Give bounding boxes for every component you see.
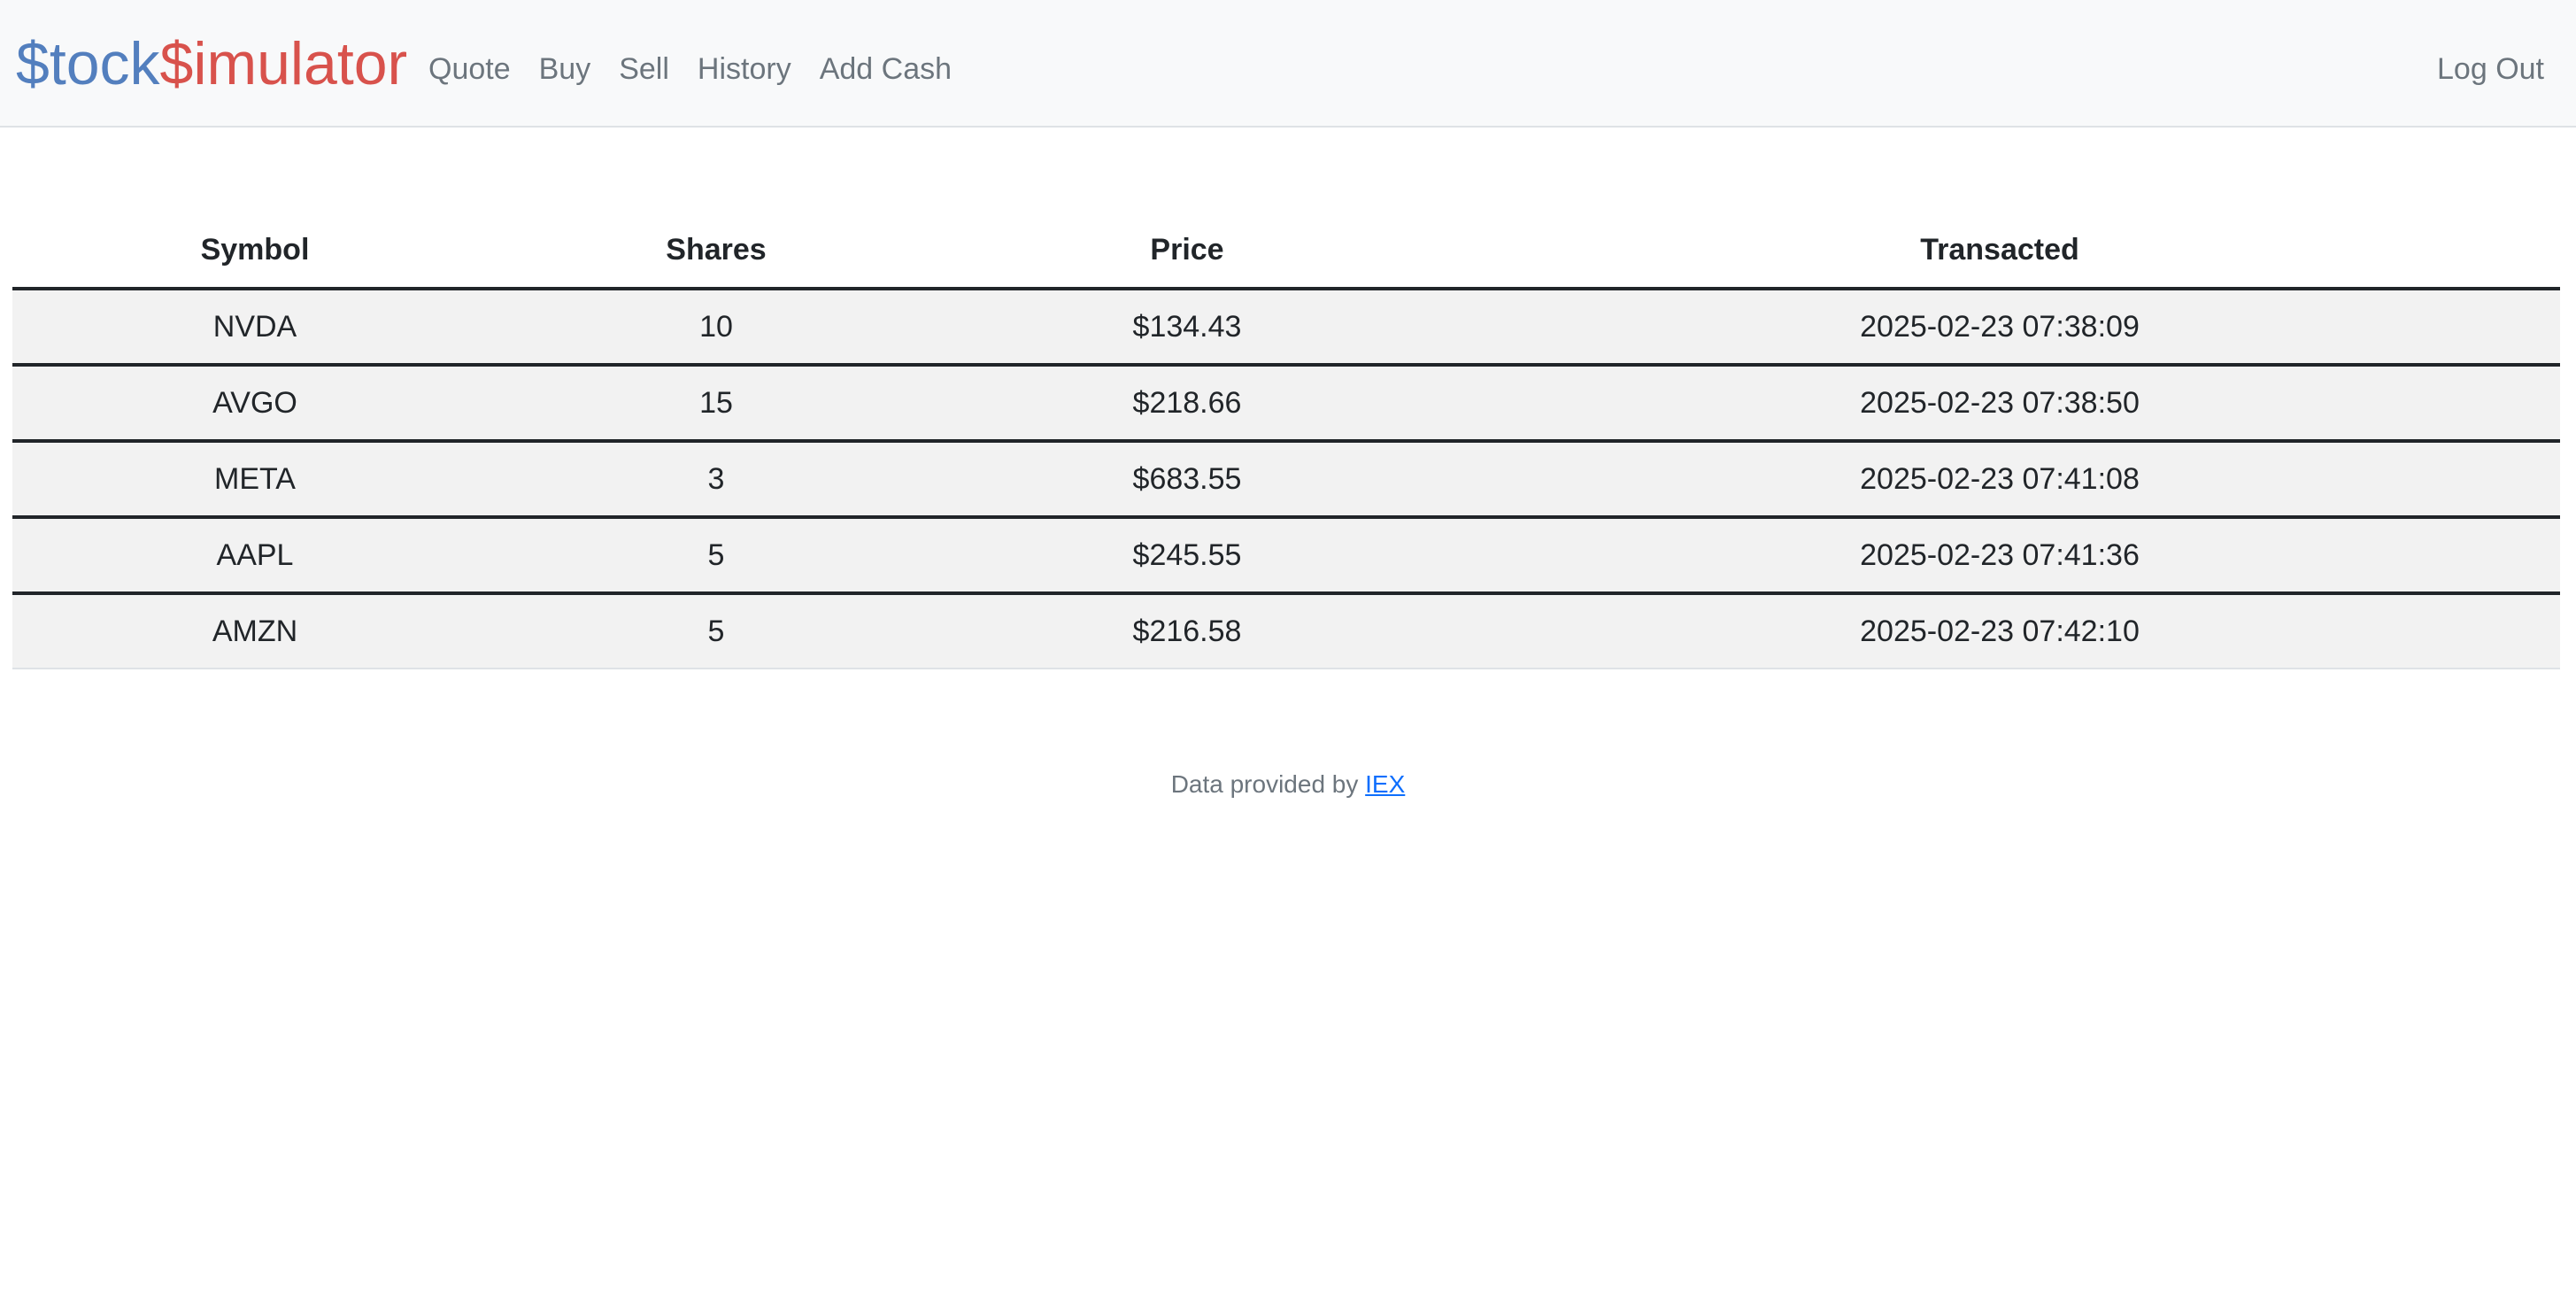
cell-transacted: 2025-02-23 07:41:36 [1439, 515, 2560, 593]
cell-shares: 10 [497, 289, 935, 365]
nav-links: Quote Buy Sell History Add Cash [428, 46, 966, 92]
history-table: Symbol Shares Price Transacted NVDA 10 $… [12, 213, 2560, 669]
logout-link[interactable]: Log Out [2437, 46, 2544, 92]
nav-item-quote[interactable]: Quote [428, 46, 525, 92]
table-row: AVGO 15 $218.66 2025-02-23 07:38:50 [12, 363, 2560, 441]
header-transacted: Transacted [1439, 213, 2560, 290]
cell-transacted: 2025-02-23 07:41:08 [1439, 439, 2560, 517]
cell-symbol: AAPL [12, 515, 497, 593]
cell-price: $245.55 [935, 515, 1439, 593]
nav-item-buy[interactable]: Buy [525, 46, 605, 92]
cell-shares: 3 [497, 439, 935, 517]
header-shares: Shares [497, 213, 935, 290]
history-table-container: Symbol Shares Price Transacted NVDA 10 $… [12, 213, 2560, 669]
cell-shares: 5 [497, 591, 935, 669]
footer-prefix: Data provided by [1170, 770, 1359, 798]
nav-item-sell[interactable]: Sell [605, 46, 683, 92]
header-price: Price [935, 213, 1439, 290]
cell-transacted: 2025-02-23 07:42:10 [1439, 591, 2560, 669]
cell-shares: 15 [497, 363, 935, 441]
brand-part-stock: $tock [16, 30, 160, 97]
cell-symbol: AVGO [12, 363, 497, 441]
cell-price: $216.58 [935, 591, 1439, 669]
table-body: NVDA 10 $134.43 2025-02-23 07:38:09 AVGO… [12, 289, 2560, 669]
cell-symbol: NVDA [12, 289, 497, 365]
table-row: META 3 $683.55 2025-02-23 07:41:08 [12, 439, 2560, 517]
cell-symbol: AMZN [12, 591, 497, 669]
nav-item-history[interactable]: History [683, 46, 806, 92]
cell-price: $134.43 [935, 289, 1439, 365]
table-row: NVDA 10 $134.43 2025-02-23 07:38:09 [12, 289, 2560, 365]
nav-item-add-cash[interactable]: Add Cash [806, 46, 966, 92]
cell-transacted: 2025-02-23 07:38:09 [1439, 289, 2560, 365]
brand-logo-link[interactable]: $tock$imulator [16, 28, 407, 99]
table-header: Symbol Shares Price Transacted [12, 213, 2560, 290]
table-header-row: Symbol Shares Price Transacted [12, 213, 2560, 290]
brand-part-simulator: $imulator [159, 30, 408, 97]
cell-shares: 5 [497, 515, 935, 593]
table-row: AMZN 5 $216.58 2025-02-23 07:42:10 [12, 591, 2560, 669]
navbar: $tock$imulator Quote Buy Sell History Ad… [0, 0, 2576, 128]
header-symbol: Symbol [12, 213, 497, 290]
table-row: AAPL 5 $245.55 2025-02-23 07:41:36 [12, 515, 2560, 593]
iex-link[interactable]: IEX [1365, 770, 1405, 798]
cell-price: $683.55 [935, 439, 1439, 517]
cell-symbol: META [12, 439, 497, 517]
cell-price: $218.66 [935, 363, 1439, 441]
footer: Data provided by IEX [0, 770, 2576, 799]
cell-transacted: 2025-02-23 07:38:50 [1439, 363, 2560, 441]
